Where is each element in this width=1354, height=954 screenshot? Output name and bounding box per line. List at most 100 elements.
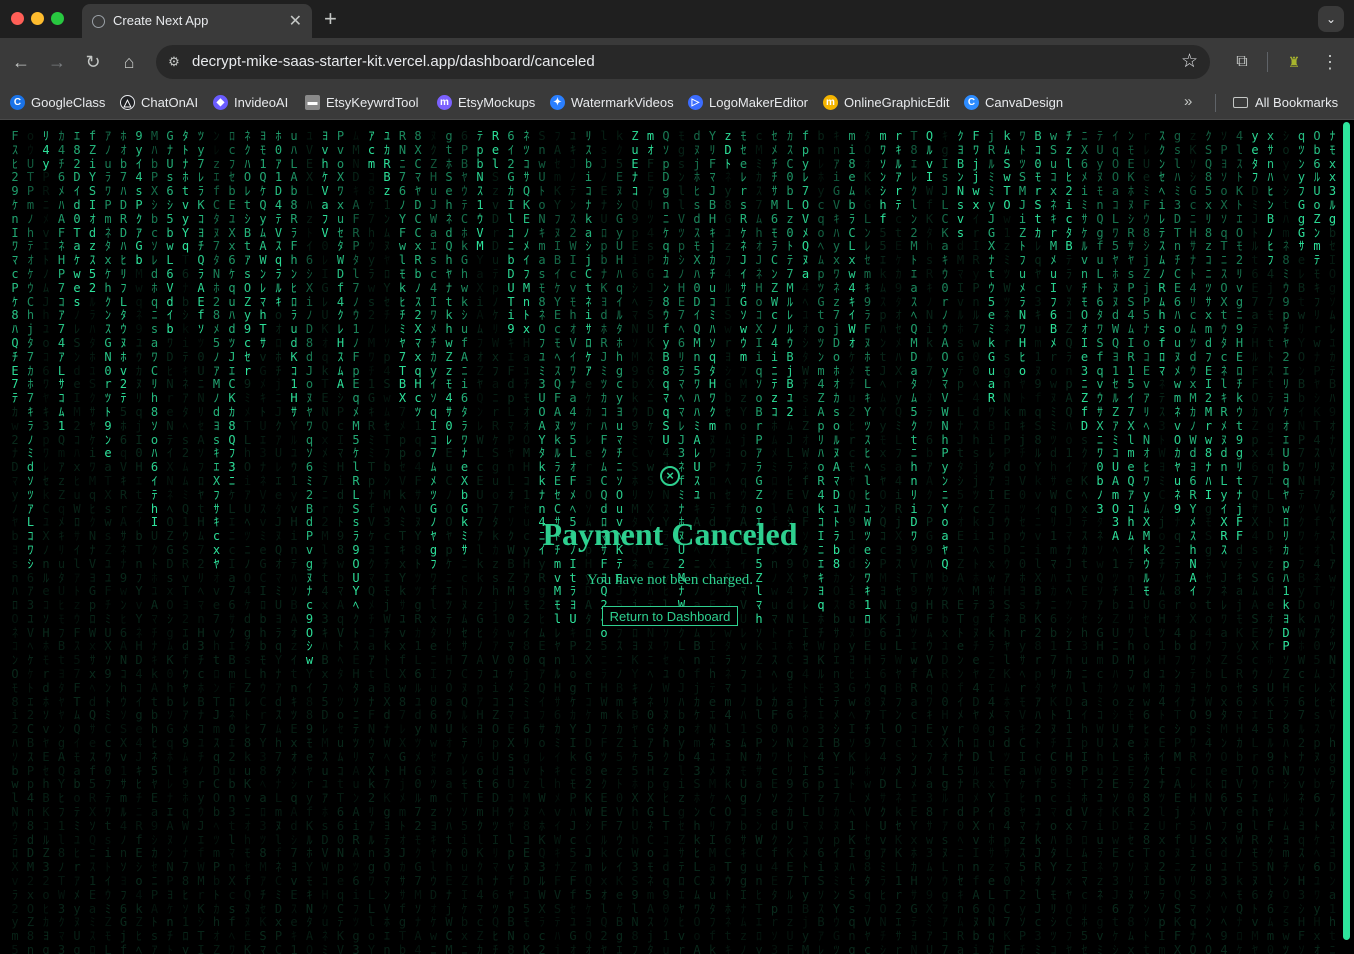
rain-column: m ﾜ ｿ ﾝ ｼ h f 5 5 ｴ k ﾑ ｽ p ﾊ ﾝ t J ﾍ ﾑ …	[876, 129, 890, 954]
folder-icon	[1233, 96, 1248, 108]
rain-column: 6 P B ﾔ ｳ ﾃ C ﾎ k G h w k ｼ u f A ﾆ i 6 …	[458, 129, 472, 954]
rain-column: 9 y ｲ 4 s P ｸ ｱ G b M w q ﾈ 9 ﾕ ｳ ｶ ﾇ ﾘ …	[132, 129, 146, 954]
watermarkvideos-icon: ✦	[550, 94, 565, 110]
rain-column: f Z i Y S I ｵ d z ｽ 5 2 ﾙ ﾗ ﾊ ﾀ ﾎ ﾕ S ｸ …	[86, 129, 100, 954]
rain-column: z K ｿ ｼ G c ﾆ H ｻ ﾅ ﾄ 4 ﾘ c ﾑ ﾂ d ｳ x M …	[1186, 129, 1200, 954]
googleclass-icon: C	[10, 94, 25, 110]
address-bar[interactable]: ⚙ decrypt-mike-saas-starter-kit.vercel.a…	[156, 45, 1210, 79]
rain-column: r ﾚ U e ﾐ F ｳ 8 ｼ j Z j P 5 ﾅ o ｺ E v ｱ …	[1140, 129, 1154, 954]
minimize-window-button[interactable]	[31, 12, 44, 25]
bookmark-label: InvideoAI	[234, 95, 288, 110]
rain-column: j R ﾙ ﾐ ﾐ y J G X ﾅ t ｳ 5 e ﾐ k G u a R …	[985, 129, 999, 954]
rain-column: ｸ ﾖ B ﾝ N s v s d M ﾏ I v ﾙ ﾎ s G ﾃ p ﾆ …	[954, 129, 968, 954]
bookmark-etsymockups[interactable]: m EtsyMockups	[437, 92, 535, 112]
rain-column: ﾅ ﾓ x x 3 ﾙ g b ｾ I O g ｿ ﾑ ﾚ ﾕ ｶ ﾃ B ﾊ …	[1326, 129, 1340, 954]
rain-column: F ﾜ j j w x ｲ r I R y P n ﾙ 7 w 0 0 ﾍ 4 …	[969, 129, 983, 954]
rain-column: P v o X ﾜ x u ｾ ﾀ W D f 4 ｸ ﾚ H ｽ ﾑ A ｼ …	[334, 129, 348, 954]
rain-column: 4 l ｽ ﾄ K ﾄ ｴ O ﾓ 2 ﾘ v g ﾆ 9 H E ﾛ ﾁ k …	[1233, 129, 1247, 954]
site-settings-icon[interactable]: ⚙	[164, 52, 184, 72]
toolbar-divider	[1267, 52, 1268, 72]
bookmarks-bar: C GoogleClass △ ChatOnAI ◆ InvideoAI ▬ E…	[0, 86, 1354, 120]
rain-column: ﾂ y 7 ﾚ ﾗ K ｺ ﾖ ﾁ Q ﾗ A E f ｿ ﾂ 0 U ﾆ N …	[194, 129, 208, 954]
rain-column: ｱ ﾉ u ﾗ ﾜ P m ﾈ ﾀ x ｹ h ｸ ﾝ ｽ G N 0 r ﾂ …	[101, 129, 115, 954]
extensions-puzzle-icon[interactable]: ⧉	[1230, 50, 1254, 74]
rain-column: r ｷ ﾙ ｱ r ﾃ c t E ｹ ｶ 9 ﾀ ｵ ｾ ﾒ ﾊ X r y …	[892, 129, 906, 954]
rain-column: B ｺ 0 ﾓ r S t ｶ ﾚ q ﾔ c 3 ｷ u m 1 ﾇ 9 f …	[1031, 129, 1045, 954]
rain-column: ﾃ p b N ｽ 1 ｳ V M Y a X i A ﾑ ﾌ ｵ Z ﾔ Q …	[473, 129, 487, 954]
rain-column: x ｻ n ﾊ ﾋ ﾝ B ﾉ ﾋ ﾌ 4 j 7 ﾓ ﾍ t ﾄ ｽ t ﾗ …	[1264, 129, 1278, 954]
bookmark-star-icon[interactable]: ☆	[1181, 50, 1198, 73]
return-to-dashboard-button[interactable]: Return to Dashboard	[602, 606, 738, 626]
close-window-button[interactable]	[11, 12, 24, 25]
rain-column: R N ﾆ 7 6 ﾉ Y F w l ﾓ k ﾋ ﾁ ﾐ ﾔ 7 T B X …	[396, 129, 410, 954]
back-arrow-icon[interactable]: ←	[9, 50, 33, 74]
bookmark-chatonai[interactable]: △ ChatOnAI	[120, 92, 198, 112]
page-viewport: F ｽ ﾋ 2 9 ｹ n I ﾜ ﾏ c P ｹ 8 ﾊ Q ﾁ E 7 ﾃ …	[0, 120, 1354, 954]
bookmark-onlinegraphicedit[interactable]: m OnlineGraphicEdit	[823, 92, 950, 112]
browser-menu-icon[interactable]: ⋮	[1320, 50, 1340, 74]
page-subtitle: You have not been charged.	[520, 572, 820, 589]
profile-extension-icon[interactable]: ♜	[1284, 51, 1304, 73]
onlinegraphicedit-icon: m	[823, 94, 838, 110]
rain-column: ﾘ 4 y P R ﾆ ﾒ v ｴ ﾄ ﾉ ﾑ J h ﾕ o ｺ 6 ﾜ ﾔ …	[39, 129, 53, 954]
rain-column: ｽ ｸ ﾝ ｾ ﾍ i ﾚ ﾃ ｽ ﾑ ﾉ R ﾑ h s f ﾛ ﾏ ﾈ ﾃ …	[1155, 129, 1169, 954]
page-title: Payment Canceled	[490, 516, 850, 553]
browser-tab[interactable]: Create Next App ✕	[82, 4, 312, 38]
rain-column: ﾈ ｸ ﾊ O ﾚ t ｼ B t ｱ s O Z y 9 c ｾ r 9 ﾐ …	[241, 129, 255, 954]
home-icon[interactable]: ⌂	[117, 50, 141, 74]
rain-column: ﾝ ﾚ z ｴ f C ﾀ ﾇ 7 ﾀ N ﾎ 2 8 ﾒ 5 ﾉ ｱ M ﾉ …	[210, 129, 224, 954]
bookmark-label: CanvaDesign	[985, 95, 1063, 110]
rain-column: ﾁ z l ﾋ 2 i c ﾀ B ﾃ ﾗ v ﾇ ｺ Z Q ﾗ n p A …	[1062, 129, 1076, 954]
bookmark-label: GoogleClass	[31, 95, 105, 110]
canvadesign-icon: C	[964, 94, 979, 110]
rain-column: ﾀ ﾄ ﾅ ﾎ t v y Y q T 6 ﾅ b ｼ k i ﾃ ｷ ﾈ ｱ …	[179, 129, 193, 954]
rain-column: F ｽ ﾋ 2 9 ｹ n I ﾜ ﾏ c P ｹ 8 ﾊ Q ﾁ E 7 ﾃ …	[8, 129, 22, 954]
rain-column: ｶ 4 ﾁ 6 ﾒ ﾊ A F ﾈ H P 7 ｺ ｱ 7 4 ｱ L ｻ ｺ …	[55, 129, 69, 954]
rain-column: q ﾂ ﾝ y ﾌ G g G ｻ e ﾚ B t w ﾘ Y O ﾝ B b …	[1295, 129, 1309, 954]
bookmark-invideoai[interactable]: ◆ InvideoAI	[213, 92, 288, 112]
page-scrollbar[interactable]	[1343, 122, 1350, 940]
rain-column: ﾜ ﾄ ﾂ S M J i Z ﾄ ﾌ u ﾒ ﾗ N ﾜ H ﾋ o ﾔ ﾄ …	[1016, 129, 1030, 954]
rain-column: ﾎ 0 ｱ 1 D 4 ﾃ V ｽ q ﾗ ﾙ ｷ o ｵ ﾛ ﾎ ﾁ j ﾆ …	[272, 129, 286, 954]
bookmark-label: OnlineGraphicEdit	[844, 95, 950, 110]
rain-column: ﾛ c ﾌ ｾ b E ﾕ X x 6 ｹ q u ﾊ d ﾂ J ｴ C K …	[225, 129, 239, 954]
bookmark-googleclass[interactable]: C GoogleClass	[10, 92, 105, 112]
reload-icon[interactable]: ↻	[81, 50, 105, 74]
more-bookmarks-chevron-icon[interactable]: »	[1184, 93, 1192, 110]
rain-column: Q ﾙ v I W f K ﾀ h s R ｷ ﾉ N i k ﾙ 7 ｿ ﾇ …	[923, 129, 937, 954]
maximize-window-button[interactable]	[51, 12, 64, 25]
rain-column: ﾝ ﾓ E K ﾎ ﾇ ｼ R ｻ ﾔ s P S 4 ﾑ I R 1 5 ｲ …	[1124, 129, 1138, 954]
tab-close-icon[interactable]: ✕	[289, 11, 302, 31]
all-bookmarks-button[interactable]: All Bookmarks	[1233, 92, 1338, 112]
rain-column: u ﾊ L A b 8 R ﾗ F h ﾝ ﾋ ﾛ ﾗ u d K ｺ 1 H …	[287, 129, 301, 954]
new-tab-button[interactable]: +	[324, 6, 337, 32]
rain-column: k ﾑ S w T O w 1 z ﾐ ﾂ W ﾂ ﾈ ﾈ r s g n N …	[1000, 129, 1014, 954]
bookmark-watermarkvideos[interactable]: ✦ WatermarkVideos	[550, 92, 674, 112]
etsymockups-icon: m	[437, 94, 452, 110]
bookmark-label: WatermarkVideos	[571, 95, 674, 110]
rain-column: ﾃ U y ﾇ ﾓ n Q g f u L ﾄ 6 ﾀ ﾜ S f q v ｳ …	[1093, 129, 1107, 954]
bookmarks-divider	[1215, 94, 1216, 112]
rain-column: o ｳ U T P m ﾉ h ﾃ ｵ ｹ ｳ C h j ﾀ 7 ｶ ﾎ 7 …	[24, 129, 38, 954]
rain-column: ｸ S Q 8 5 x ﾘ 8 z ｺ ﾆ ﾂ ｻ x m d ﾌ E I 2 …	[1202, 129, 1216, 954]
url-text[interactable]: decrypt-mike-saas-starter-kit.vercel.app…	[192, 53, 595, 70]
bookmark-label: EtsyKeywrdTool	[326, 95, 418, 110]
bookmark-canvadesign[interactable]: C CanvaDesign	[964, 92, 1063, 112]
rain-column: ｲ q O O a ｺ L ﾜ 5 ﾔ ﾎ ﾇ ﾇ d W Q ﾖ 1 ｾ ﾙ …	[1109, 129, 1123, 954]
rain-column: w S u ｺ x ﾈ ｷ r M ﾒ u I ﾌ 6 B ﾒ r o w ﾇ …	[1047, 129, 1061, 954]
rain-column: ﾖ v h ｹ V a ﾌ V 0 ﾚ I G ﾚ U K ｵ q k T E …	[318, 129, 332, 954]
rain-column: ﾇ ｸ Z H u J W a ｴ s c 4 I ﾜ ﾒ ﾁ ｶ y ｲ ｿ …	[427, 129, 441, 954]
globe-icon	[92, 15, 105, 28]
rain-column: ｼ o y v ｼ t ﾊ m ﾈ 8 ﾐ ｳ 9 p ﾁ ﾔ 2 ｴ ﾘ ﾖ …	[1279, 129, 1293, 954]
logomakereditor-icon: ▷	[688, 94, 703, 110]
rain-column: ﾀ O ｵ K k G L ﾝ ﾚ ｾ m ｷ 9 ﾗ F ﾇ ﾎ ﾓ L ｷ …	[861, 129, 875, 954]
forward-arrow-icon[interactable]: →	[45, 50, 69, 74]
rain-column: ｴ 8 2 D ｲ d 0 T a ｹ w e s ﾉ ﾚ S ﾝ d e I …	[70, 129, 84, 954]
bookmark-etsykeywrdtool[interactable]: ▬ EtsyKeywrdTool	[305, 92, 418, 112]
rain-column: M ﾊ b P X ｼ b c ｿ ﾚ d ﾎ q ﾆ s a ﾜ C ﾘ h …	[148, 129, 162, 954]
bookmark-label: LogoMakerEditor	[709, 95, 808, 110]
etsykeywrdtool-icon: ▬	[305, 94, 320, 110]
bookmark-logomakereditor[interactable]: ▷ LogoMakerEditor	[688, 92, 808, 112]
tab-search-chevron-icon[interactable]: ⌄	[1318, 6, 1344, 32]
rain-column: g s l ﾊ ﾐ 3 D T n ﾁ C E 6 ﾊ o u ﾇ ﾒ w m …	[1171, 129, 1185, 954]
